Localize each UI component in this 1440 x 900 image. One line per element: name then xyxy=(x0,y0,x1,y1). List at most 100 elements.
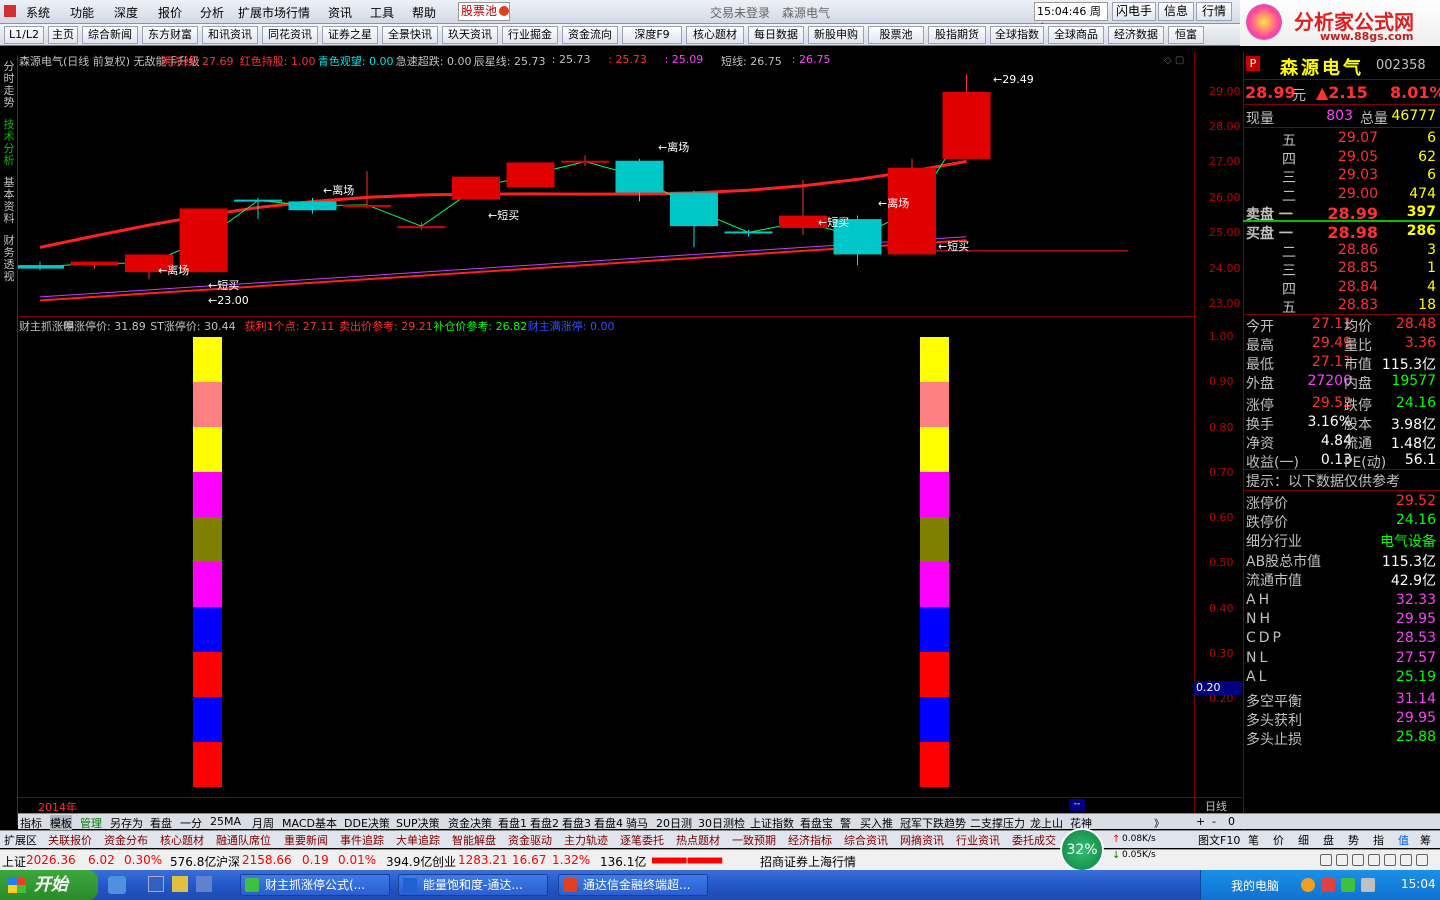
toolbar-button[interactable]: 核心题材 xyxy=(686,26,744,44)
indicator-tab[interactable]: 30日测检 xyxy=(698,815,745,831)
info-tab[interactable]: 扩展区 xyxy=(4,832,37,848)
quicklaunch-icon-1[interactable] xyxy=(108,876,126,894)
indicator-tab[interactable]: 另存为 xyxy=(110,815,143,831)
indicator-tab[interactable]: 看盘4 xyxy=(594,815,623,831)
view-tab[interactable]: 指 xyxy=(1373,832,1384,848)
price-chart-panel[interactable]: 森源电气(日线 前复权) 无敌能手升级 拥杀线: 27.69 红色持股: 1.00 青… xyxy=(18,52,1194,317)
sidebar-tab[interactable]: 财务透视 xyxy=(1,235,17,283)
toolbar-button[interactable]: L1/L2 xyxy=(4,26,44,44)
toolbar-button[interactable]: 恒富 xyxy=(1168,26,1204,44)
menu-item[interactable]: 资讯 xyxy=(328,4,352,21)
toolbar-button[interactable]: 资金流向 xyxy=(562,26,618,44)
window-icon[interactable] xyxy=(1368,854,1380,866)
info-tab[interactable]: 融通队席位 xyxy=(216,832,271,848)
view-tab[interactable]: 势 xyxy=(1348,832,1359,848)
bell-icon[interactable] xyxy=(1400,854,1412,866)
info-tab[interactable]: 网摘资讯 xyxy=(900,832,944,848)
indicator-tab[interactable]: 买入推 xyxy=(860,815,893,831)
info-tab[interactable]: 大单追踪 xyxy=(396,832,440,848)
menu-item[interactable]: 报价 xyxy=(158,4,182,21)
indicator-tab[interactable]: 指标 xyxy=(20,815,42,831)
toolbar-button[interactable]: 行业掘金 xyxy=(502,26,558,44)
indicator-tab[interactable]: MACD基本 xyxy=(282,815,337,831)
indicator-tab[interactable]: 25MA xyxy=(210,815,241,828)
menu-item[interactable]: 帮助 xyxy=(412,4,436,21)
toolbar-button[interactable]: 每日数据 xyxy=(748,26,804,44)
indicator-tab[interactable]: SUP决策 xyxy=(396,815,440,831)
view-tab[interactable]: 图文F10 xyxy=(1198,832,1240,848)
toolbar-button[interactable]: 股票池 xyxy=(868,26,924,44)
menu-item[interactable]: 深度 xyxy=(114,4,138,21)
toolbar-button[interactable]: 同花资讯 xyxy=(262,26,318,44)
menu-button-0[interactable]: 闪电手 xyxy=(1112,2,1156,21)
tray-icon[interactable] xyxy=(1301,878,1315,892)
toolbar-button[interactable]: 玖天资讯 xyxy=(442,26,498,44)
sidebar-tab[interactable]: 基本资料 xyxy=(1,177,17,225)
info-tab[interactable]: 重要新闻 xyxy=(284,832,328,848)
view-tab[interactable]: 值 xyxy=(1398,832,1409,848)
toolbar-button[interactable]: 全球指数 xyxy=(990,26,1044,44)
view-tab[interactable]: 筹 xyxy=(1420,832,1431,848)
refresh-icon[interactable] xyxy=(1320,854,1332,866)
toolbar-button[interactable]: 全球商品 xyxy=(1048,26,1104,44)
menu-button-2[interactable]: 行情 xyxy=(1196,2,1232,21)
indicator-tab[interactable]: 一分 xyxy=(180,815,202,831)
zoom-button[interactable]: 0 xyxy=(1228,815,1235,828)
info-tab[interactable]: 主力轨迹 xyxy=(564,832,608,848)
menu-item[interactable]: 扩展市场行情 xyxy=(238,4,310,21)
indicator-tab[interactable]: 看盘 xyxy=(150,815,172,831)
indicator-tab[interactable]: 上证指数 xyxy=(750,815,794,831)
taskbar-task[interactable]: 通达信金融终端超... xyxy=(558,874,708,896)
zoom-button[interactable]: - xyxy=(1212,815,1216,828)
toolbar-button[interactable]: 股指期货 xyxy=(928,26,986,44)
toolbar-button[interactable]: 主页 xyxy=(48,26,78,44)
quicklaunch-icon-3[interactable] xyxy=(172,876,188,892)
indicator-tab[interactable]: 冠军下跌趋势 xyxy=(900,815,966,831)
indicator-tab[interactable]: 看盘宝 xyxy=(800,815,833,831)
toolbar-button[interactable]: 深度F9 xyxy=(622,26,682,44)
indicator-tab[interactable]: 骑马 xyxy=(626,815,648,831)
toolbar-button[interactable]: 东方财富 xyxy=(142,26,198,44)
menu-item[interactable]: 分析 xyxy=(200,4,224,21)
tray-icon[interactable] xyxy=(1321,878,1335,892)
toolbar-button[interactable]: 和讯资讯 xyxy=(202,26,258,44)
taskbar-task[interactable]: 财主抓涨停公式(... xyxy=(240,874,390,896)
menu-button-1[interactable]: 信息 xyxy=(1158,2,1194,21)
network-icon[interactable] xyxy=(1336,854,1348,866)
indicator-tab[interactable]: DDE决策 xyxy=(344,815,390,831)
indicator-tab[interactable]: 资金决策 xyxy=(448,815,492,831)
indicator-tab[interactable]: 20日测 xyxy=(656,815,692,831)
taskbar-task[interactable]: 能量饱和度-通达... xyxy=(398,874,548,896)
menu-item[interactable]: 功能 xyxy=(70,4,94,21)
view-tab[interactable]: 价 xyxy=(1273,832,1284,848)
email-icon[interactable] xyxy=(1352,854,1364,866)
info-tab[interactable]: 关联报价 xyxy=(48,832,92,848)
quicklaunch-icon-2[interactable] xyxy=(148,876,164,892)
menu-item[interactable]: 工具 xyxy=(370,4,394,21)
indicator-tab[interactable]: 看盘3 xyxy=(562,815,591,831)
view-tab[interactable]: 盘 xyxy=(1323,832,1334,848)
indicator-tab[interactable]: 警 xyxy=(840,815,851,831)
indicator-tab[interactable]: 管理 xyxy=(80,815,102,831)
toolbar-button[interactable]: 经济数据 xyxy=(1108,26,1164,44)
view-tab[interactable]: 细 xyxy=(1298,832,1309,848)
sidebar-tab[interactable]: 分时走势 xyxy=(1,61,17,109)
info-tab[interactable]: 智能解盘 xyxy=(452,832,496,848)
indicator-tab[interactable]: 看盘1 xyxy=(498,815,527,831)
indicator-tab[interactable]: 龙上山 xyxy=(1030,815,1063,831)
info-tab[interactable]: 热点题材 xyxy=(676,832,720,848)
info-tab[interactable]: 核心题材 xyxy=(160,832,204,848)
toolbar-button[interactable]: 证券之星 xyxy=(322,26,378,44)
indicator-panel[interactable]: 财主抓涨停 明涨停价: 31.89 ST涨停价: 30.44 获利1个点: 27.11… xyxy=(18,317,1194,797)
info-tab[interactable]: 行业资讯 xyxy=(956,832,1000,848)
tray-icon[interactable] xyxy=(1361,878,1375,892)
indicator-tab[interactable]: 二支撑压力 xyxy=(970,815,1025,831)
info-tab[interactable]: 事件追踪 xyxy=(340,832,384,848)
toolbar-button[interactable]: 综合新闻 xyxy=(82,26,138,44)
info-tab[interactable]: 资金分布 xyxy=(104,832,148,848)
toolbar-button[interactable]: 新股申购 xyxy=(808,26,864,44)
indicator-tab[interactable]: 看盘2 xyxy=(530,815,559,831)
tray-icon[interactable] xyxy=(1341,878,1355,892)
toolbar-button[interactable]: 全景快讯 xyxy=(382,26,438,44)
scroll-right-icon[interactable]: 》 xyxy=(1154,815,1164,830)
